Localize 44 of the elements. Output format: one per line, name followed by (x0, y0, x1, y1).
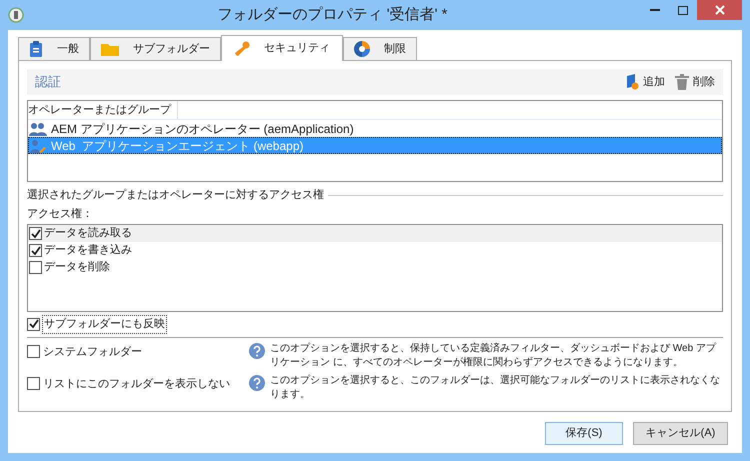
tab[interactable]: セキュリティ (221, 35, 343, 61)
checkbox[interactable] (29, 244, 42, 257)
toolbar-button[interactable]: 追加 (625, 74, 665, 90)
window-title: フォルダーのプロパティ '受信者' * (216, 4, 448, 25)
list-row[interactable]: AEM アプリケーションのオペレーター (aemApplication) (28, 120, 722, 137)
checkbox[interactable] (29, 227, 42, 240)
tab[interactable]: サブフォルダー (90, 37, 221, 60)
key-icon (234, 40, 250, 56)
help-icon (249, 342, 265, 358)
checkbox-label: システムフォルダー (43, 344, 142, 360)
help-icon (249, 374, 265, 390)
checkbox[interactable] (27, 377, 40, 390)
users-icon (29, 122, 47, 136)
folder-icon (101, 42, 119, 56)
checkbox[interactable] (27, 345, 40, 358)
field-label: アクセス権： (27, 206, 94, 222)
user-key-icon (29, 138, 47, 152)
minimize-icon (650, 9, 660, 11)
dialog-button[interactable]: キャンセル(A) (633, 422, 728, 445)
permission-row[interactable]: データを書き込み (28, 242, 722, 259)
help-text: このオプションを選択すると、このフォルダーは、選択可能なフォルダーのリストに表示されなくなります。 (270, 374, 721, 402)
app-icon (8, 7, 24, 23)
clipboard-icon (29, 41, 43, 57)
dialog-button[interactable]: 保存(S) (545, 422, 623, 445)
close-button[interactable] (697, 0, 742, 20)
maximize-icon (678, 6, 688, 14)
checkbox-label: リストにこのフォルダーを表示しない (43, 376, 230, 392)
trash-icon (675, 74, 689, 90)
pie-chart-icon (354, 41, 370, 57)
add-user-icon (625, 74, 639, 90)
checkbox[interactable] (27, 318, 40, 331)
tab[interactable]: 制限 (343, 37, 417, 60)
help-text: このオプションを選択すると、保持している定義済みフィルター、ダッシュボードおよび Web アプリケーション に、すべてのオペレーターが権限に関わらずアクセスできるようになります。 (270, 342, 718, 370)
toolbar-button[interactable]: 削除 (675, 74, 715, 90)
checkbox[interactable] (29, 261, 42, 274)
group-title: 選択されたグループまたはオペレーターに対するアクセス権 (27, 188, 324, 203)
section-title: 認証 (35, 73, 61, 92)
column-header[interactable]: オペレーターまたはグループ (28, 101, 178, 119)
permission-row[interactable]: データを読み取る (28, 225, 722, 242)
check-icon (28, 319, 38, 330)
checkbox-label: サブフォルダーにも反映 (42, 315, 167, 334)
permission-row[interactable]: データを削除 (28, 259, 722, 276)
tab[interactable]: 一般 (18, 37, 90, 60)
close-icon (714, 5, 724, 15)
